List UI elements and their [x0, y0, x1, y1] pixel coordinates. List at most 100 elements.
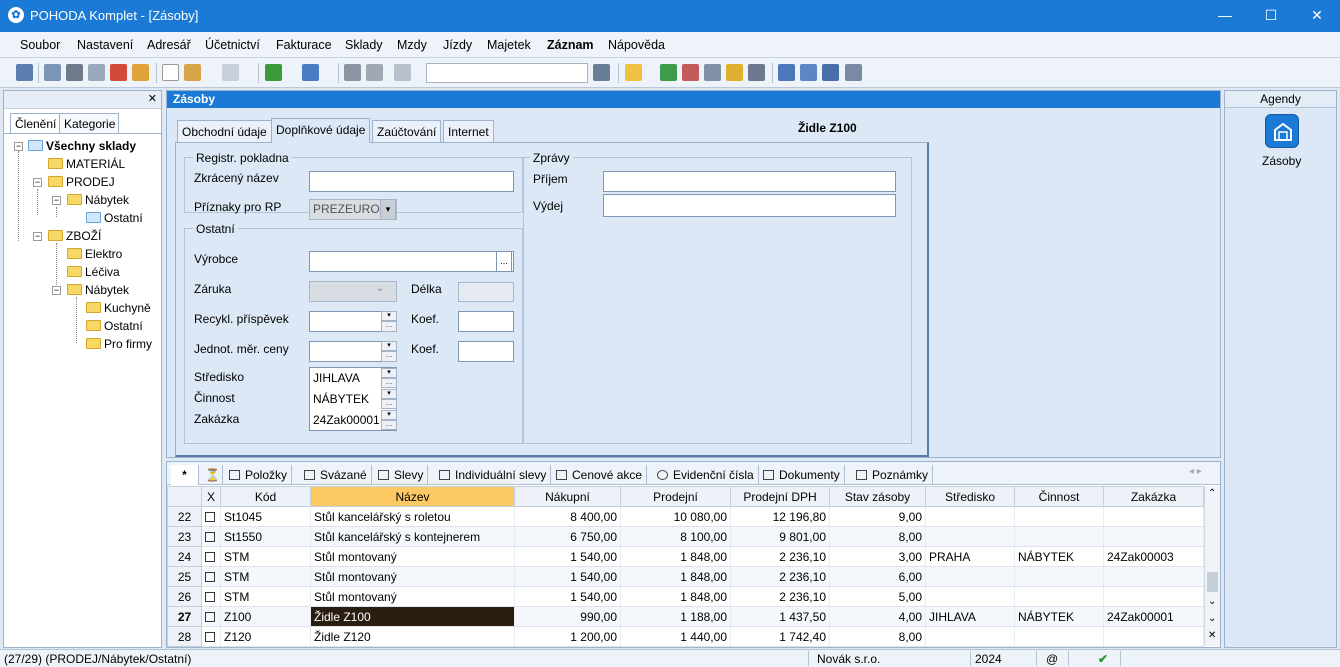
tab-all[interactable]: *	[171, 465, 199, 485]
window3-icon[interactable]	[822, 64, 839, 81]
row-number[interactable]: 26	[167, 586, 202, 607]
col-zakazka[interactable]: Zakázka	[1103, 486, 1204, 507]
table-row[interactable]: 28 Z120 Židle Z120 1 200,00 1 440,00 1 742,40…	[167, 626, 1204, 647]
cinnost-select[interactable]: NÁBYTEK	[313, 392, 369, 406]
row-number[interactable]: 24	[167, 546, 202, 567]
vertical-scrollbar[interactable]: ⌃ ⌄ ⌄ ✕	[1204, 486, 1220, 646]
delete-icon[interactable]	[366, 64, 383, 81]
minimize-button[interactable]: —	[1202, 0, 1248, 32]
tree-item-ostatni[interactable]: Ostatní	[86, 210, 143, 226]
col-stav-zasoby[interactable]: Stav zásoby	[829, 486, 926, 507]
tree-item-vsechny-sklady[interactable]: Všechny sklady	[28, 138, 136, 154]
tab-svazane[interactable]: Svázané	[300, 465, 372, 485]
scroll-thumb[interactable]	[1207, 572, 1218, 592]
table-row[interactable]: 26 STM Stůl montovaný 1 540,00 1 848,00 2 236…	[167, 586, 1204, 607]
table-row[interactable]: 24 STM Stůl montovaný 1 540,00 1 848,00 2 236…	[167, 546, 1204, 567]
menu-nastaveni[interactable]: Nastavení	[77, 38, 133, 52]
chevron-down-icon[interactable]: ⌄	[1208, 596, 1216, 607]
new-record-icon[interactable]	[162, 64, 179, 81]
row-number[interactable]: 27	[167, 606, 202, 627]
chevron-down-icon[interactable]: ▾	[380, 199, 396, 220]
preview-icon[interactable]	[88, 64, 105, 81]
koef-input-2[interactable]	[458, 341, 514, 362]
calculator-icon[interactable]	[704, 64, 721, 81]
help-icon[interactable]	[845, 64, 862, 81]
col-x[interactable]: X	[201, 486, 221, 507]
chevron-up-icon[interactable]: ⌃	[1208, 488, 1216, 499]
col-nazev[interactable]: Název	[310, 486, 515, 507]
menu-ucetnictvi[interactable]: Účetnictví	[205, 38, 260, 52]
menu-majetek[interactable]: Majetek	[487, 38, 531, 52]
checkbox[interactable]	[205, 611, 215, 622]
row-checkbox[interactable]	[201, 586, 221, 607]
row-checkbox[interactable]	[201, 566, 221, 587]
save-icon[interactable]	[344, 64, 361, 81]
tab-obchodni-udaje[interactable]: Obchodní údaje	[177, 120, 272, 142]
delka-input[interactable]	[458, 282, 514, 302]
tab-slevy[interactable]: Slevy	[374, 465, 429, 485]
tab-poznamky[interactable]: Poznámky	[852, 465, 934, 485]
row-checkbox[interactable]	[201, 546, 221, 567]
menu-sklady[interactable]: Sklady	[345, 38, 383, 52]
table-row[interactable]: 23 St1550 Stůl kancelářský s kontejnerem 6 …	[167, 526, 1204, 547]
panel-icon[interactable]	[16, 64, 33, 81]
tab-cleneni[interactable]: Členění	[10, 113, 61, 133]
cancel-icon[interactable]	[682, 64, 699, 81]
prijem-input[interactable]	[603, 171, 896, 192]
col-cinnost[interactable]: Činnost	[1014, 486, 1104, 507]
tree-item-zbozi[interactable]: ZBOŽÍ	[48, 228, 101, 244]
vyrobce-browse-button[interactable]: ...	[496, 251, 512, 272]
iban-icon[interactable]	[748, 64, 765, 81]
tree-item-prodej[interactable]: PRODEJ	[48, 174, 115, 190]
end-icon[interactable]: ✕	[1208, 630, 1216, 641]
page-down-icon[interactable]: ⌄	[1208, 613, 1216, 624]
vyrobce-input[interactable]	[309, 251, 514, 272]
tree-item-leciva[interactable]: Léčiva	[67, 264, 120, 280]
row-number[interactable]: 25	[167, 566, 202, 587]
col-nakupni[interactable]: Nákupní	[514, 486, 621, 507]
agenda-zasoby-label[interactable]: Zásoby	[1262, 154, 1301, 168]
grid-icon[interactable]	[222, 64, 239, 81]
table-row[interactable]: 22 St1045 Stůl kancelářský s roletou 8 400,…	[167, 506, 1204, 527]
pdf-icon[interactable]	[110, 64, 127, 81]
tree-item-nabytek-zbozi[interactable]: Nábytek	[67, 282, 129, 298]
menu-soubor[interactable]: Soubor	[20, 38, 60, 52]
brush-icon[interactable]	[184, 64, 201, 81]
export-icon[interactable]	[132, 64, 149, 81]
menu-napoveda[interactable]: Nápověda	[608, 38, 665, 52]
checkbox[interactable]	[205, 631, 215, 642]
vydej-input[interactable]	[603, 194, 896, 217]
coins-icon[interactable]	[726, 64, 743, 81]
menu-fakturace[interactable]: Fakturace	[276, 38, 332, 52]
window-icon[interactable]	[778, 64, 795, 81]
menu-jizdy[interactable]: Jízdy	[443, 38, 472, 52]
checkbox[interactable]	[205, 531, 215, 542]
print-icon[interactable]	[66, 64, 83, 81]
tree-item-nabytek[interactable]: Nábytek	[67, 192, 129, 208]
window2-icon[interactable]	[800, 64, 817, 81]
close-button[interactable]: ✕	[1294, 0, 1340, 32]
back-icon[interactable]	[265, 64, 282, 81]
table-row[interactable]: 25 STM Stůl montovaný 1 540,00 1 848,00 2 236…	[167, 566, 1204, 587]
close-panel-button[interactable]: ✕	[148, 92, 157, 105]
table-row[interactable]: 27 Z100 Židle Z100 990,00 1 188,00 1 437,50 4,…	[167, 606, 1204, 627]
tab-individualni-slevy[interactable]: Individuální slevy	[435, 465, 552, 485]
search-combo[interactable]	[426, 63, 588, 83]
warehouse-icon[interactable]	[1265, 114, 1299, 148]
menu-zaznam[interactable]: Záznam	[547, 38, 594, 52]
checkbox[interactable]	[205, 551, 215, 562]
checkbox[interactable]	[205, 511, 215, 522]
tree-item-elektro[interactable]: Elektro	[67, 246, 122, 262]
tab-cenove-akce[interactable]: Cenové akce	[552, 465, 648, 485]
stock-icon[interactable]	[660, 64, 677, 81]
row-number[interactable]: 22	[167, 506, 202, 527]
filter-icon[interactable]	[593, 64, 610, 81]
maximize-button[interactable]: ☐	[1248, 0, 1294, 32]
checkbox[interactable]	[205, 591, 215, 602]
row-number[interactable]: 23	[167, 526, 202, 547]
tree-item-ostatni-zbozi[interactable]: Ostatní	[86, 318, 143, 334]
folder-icon[interactable]	[625, 64, 642, 81]
tab-internet[interactable]: Internet	[443, 120, 494, 142]
koef-input-1[interactable]	[458, 311, 514, 332]
zkraceny-nazev-input[interactable]	[309, 171, 514, 192]
